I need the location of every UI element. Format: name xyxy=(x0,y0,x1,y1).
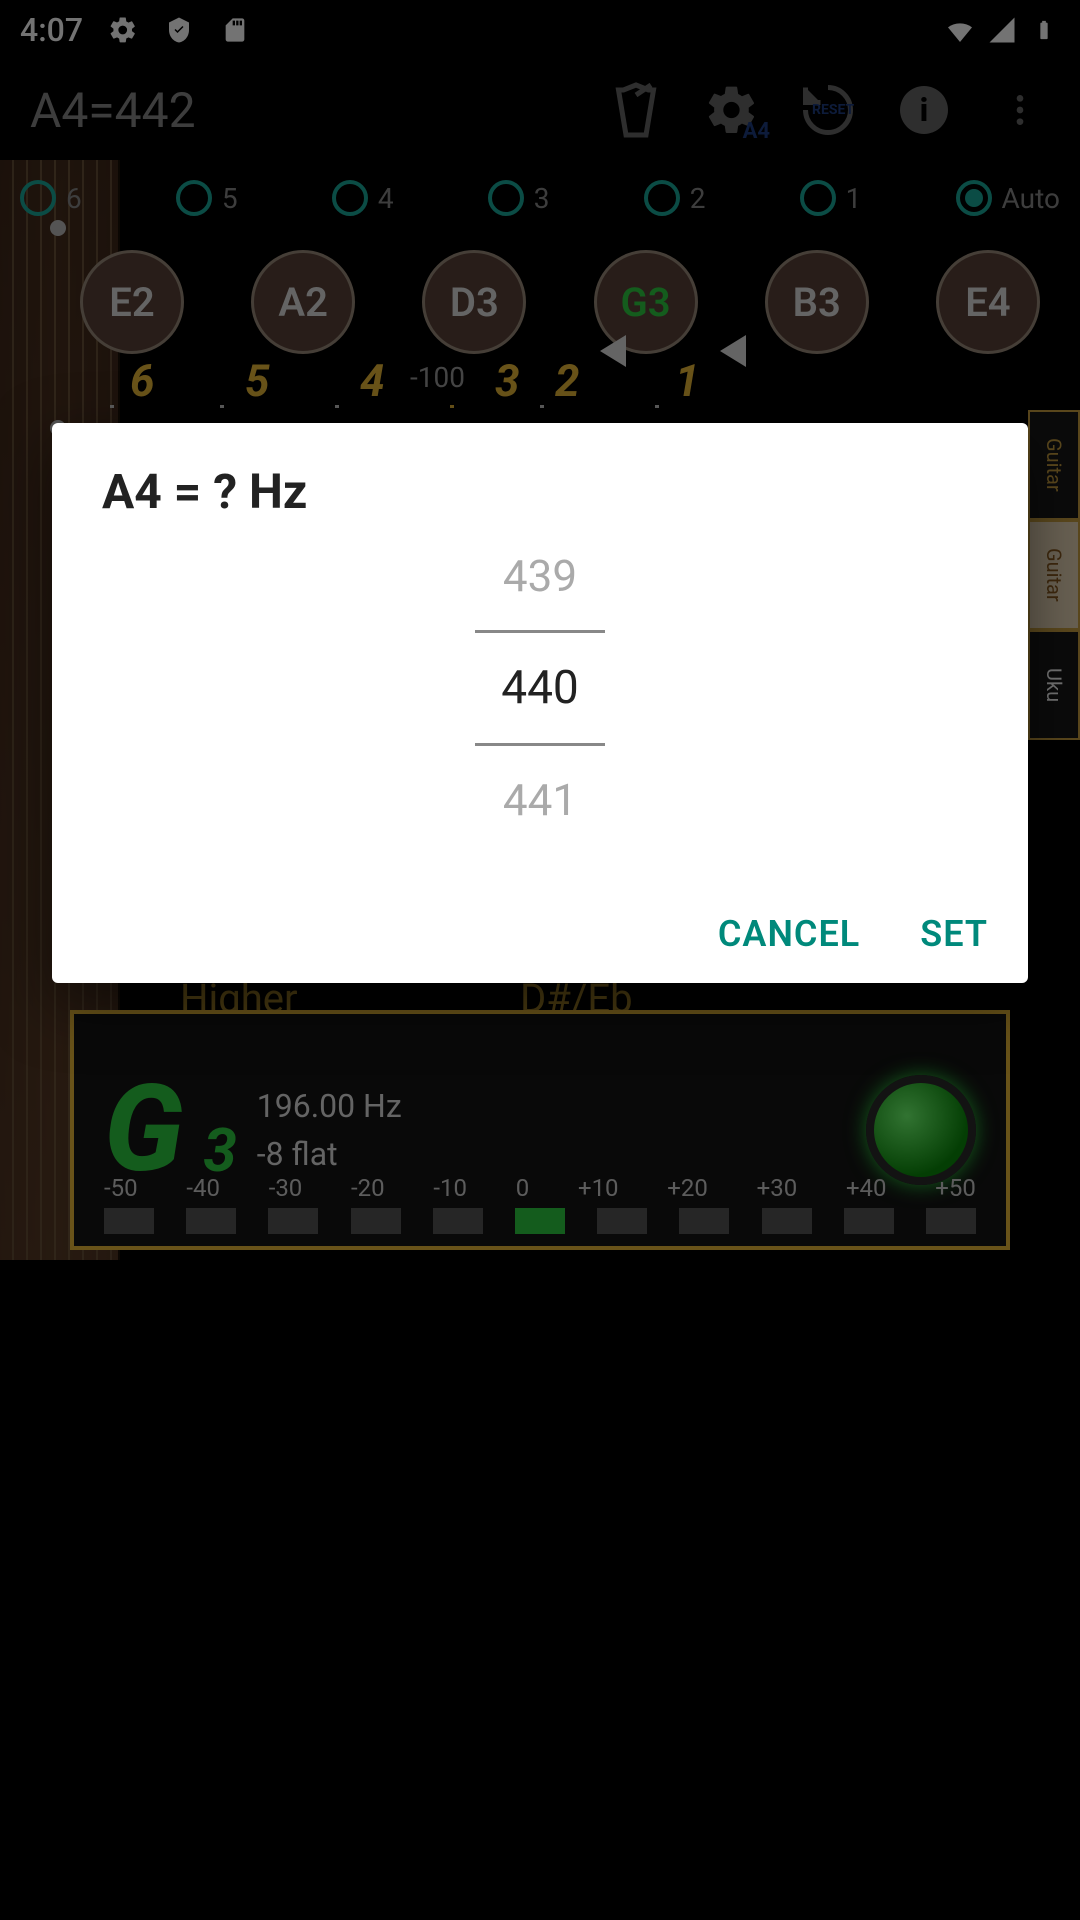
number-picker[interactable]: 439 440 441 xyxy=(102,550,978,826)
picker-divider xyxy=(475,743,605,746)
picker-prev[interactable]: 439 xyxy=(503,550,577,602)
picker-current[interactable]: 440 xyxy=(501,661,579,715)
dialog-actions: CANCEL SET xyxy=(718,913,988,955)
cancel-button[interactable]: CANCEL xyxy=(718,913,860,955)
a4-frequency-dialog: A4 = ? Hz 439 440 441 CANCEL SET xyxy=(52,423,1028,983)
set-button[interactable]: SET xyxy=(920,913,988,955)
picker-next[interactable]: 441 xyxy=(503,774,577,826)
picker-divider xyxy=(475,630,605,633)
dialog-title: A4 = ? Hz xyxy=(102,463,978,520)
